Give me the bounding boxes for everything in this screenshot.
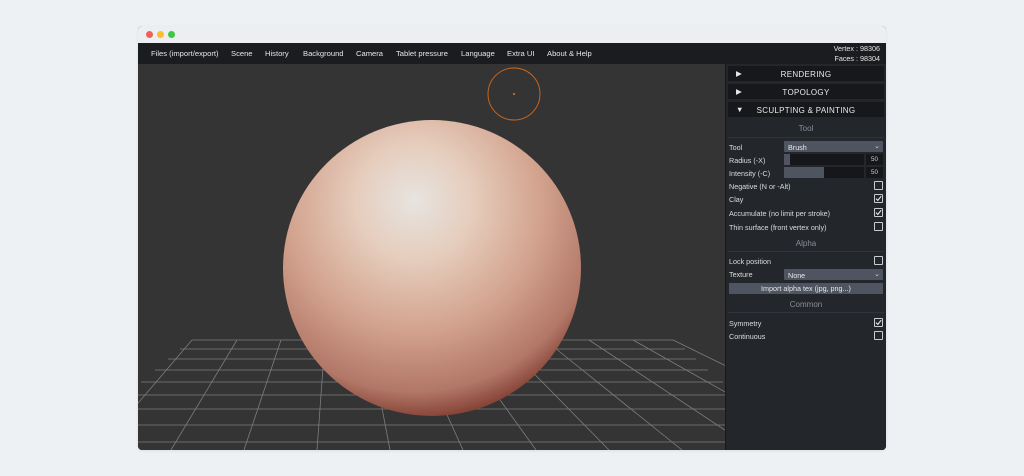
continuous-label: Continuous — [729, 332, 766, 341]
menu-bar: Files (import/export) Scene History Back… — [138, 43, 886, 64]
chevron-down-icon: ⌄ — [874, 143, 880, 150]
thin-surface-checkbox[interactable] — [874, 222, 883, 231]
clay-checkbox[interactable] — [874, 194, 883, 203]
close-window-button[interactable] — [146, 31, 153, 38]
import-alpha-button[interactable]: Import alpha tex (jpg, png...) — [729, 283, 883, 294]
accumulate-checkbox[interactable] — [874, 208, 883, 217]
menu-background[interactable]: Background — [303, 49, 344, 58]
lock-position-checkbox[interactable] — [874, 256, 883, 265]
mesh-stats: Vertex : 98306 Faces : 98304 — [834, 44, 880, 63]
minimize-window-button[interactable] — [157, 31, 164, 38]
menu-tablet-pressure[interactable]: Tablet pressure — [396, 49, 448, 58]
menu-extra-ui[interactable]: Extra UI — [507, 49, 534, 58]
menu-history[interactable]: History — [265, 49, 289, 58]
thin-surface-label: Thin surface (front vertex only) — [729, 223, 827, 232]
window-titlebar — [138, 26, 886, 43]
folder-sculpting-title: SCULPTING & PAINTING — [756, 106, 856, 115]
sculpt-sphere — [283, 120, 581, 416]
texture-label: Texture — [729, 270, 753, 279]
folder-topology[interactable]: ▶ TOPOLOGY — [728, 84, 884, 99]
folder-sculpting-painting[interactable]: ▼ SCULPTING & PAINTING — [728, 102, 884, 117]
checkmark-icon — [875, 195, 882, 202]
tool-select[interactable]: Brush ⌄ — [784, 141, 883, 152]
symmetry-label: Symmetry — [729, 319, 762, 328]
radius-slider-fill — [784, 154, 791, 165]
radius-slider[interactable] — [784, 154, 864, 165]
menu-files[interactable]: Files (import/export) — [151, 49, 219, 58]
intensity-slider-fill — [784, 167, 824, 178]
lock-position-label: Lock position — [729, 257, 771, 266]
radius-label: Radius (-X) — [729, 156, 766, 165]
menu-camera[interactable]: Camera — [356, 49, 383, 58]
negative-label: Negative (N or -Alt) — [729, 182, 791, 191]
accumulate-label: Accumulate (no limit per stroke) — [729, 209, 831, 218]
separator — [728, 312, 884, 313]
checkmark-icon — [875, 319, 882, 326]
section-tool-title: Tool — [798, 124, 814, 133]
maximize-window-button[interactable] — [168, 31, 175, 38]
texture-select-value: None — [788, 271, 806, 280]
radius-value[interactable]: 50 — [866, 154, 883, 165]
gui-panel: ▶ RENDERING ▶ TOPOLOGY ▼ SCULPTING & PAI… — [725, 64, 886, 450]
clay-label: Clay — [729, 195, 744, 204]
3d-viewport[interactable] — [138, 64, 725, 450]
texture-select[interactable]: None ⌄ — [784, 269, 883, 280]
symmetry-checkbox[interactable] — [874, 318, 883, 327]
brush-cursor-center — [512, 92, 516, 96]
separator — [728, 251, 884, 252]
folder-rendering[interactable]: ▶ RENDERING — [728, 66, 884, 81]
separator — [728, 137, 884, 138]
chevron-down-icon: ⌄ — [874, 271, 880, 278]
intensity-value[interactable]: 50 — [866, 167, 883, 178]
menu-language[interactable]: Language — [461, 49, 495, 58]
menu-scene[interactable]: Scene — [231, 49, 253, 58]
menu-about-help[interactable]: About & Help — [547, 49, 592, 58]
section-alpha-title: Alpha — [795, 239, 817, 248]
folder-rendering-title: RENDERING — [780, 70, 832, 79]
faces-count: Faces : 98304 — [834, 53, 880, 63]
tool-select-value: Brush — [788, 143, 807, 152]
continuous-checkbox[interactable] — [874, 331, 883, 340]
tool-label: Tool — [729, 143, 743, 152]
intensity-slider[interactable] — [784, 167, 864, 178]
intensity-label: Intensity (-C) — [729, 169, 771, 178]
vertex-count: Vertex : 98306 — [833, 44, 880, 53]
negative-checkbox[interactable] — [874, 181, 883, 190]
checkmark-icon — [875, 209, 882, 216]
section-common-title: Common — [789, 300, 823, 309]
folder-topology-title: TOPOLOGY — [782, 88, 830, 97]
viewport-scene — [138, 67, 725, 450]
app-window: Files (import/export) Scene History Back… — [138, 26, 886, 450]
